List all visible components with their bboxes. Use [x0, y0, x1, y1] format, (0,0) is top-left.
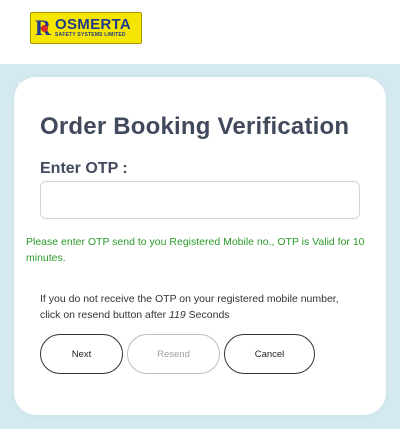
- otp-verification-card: Order Booking Verification Enter OTP : P…: [14, 77, 386, 415]
- otp-input[interactable]: [40, 181, 360, 219]
- logo-text: OSMERTA SAFETY SYSTEMS LIMITED: [55, 17, 131, 39]
- logo-dot-icon: [41, 25, 48, 32]
- logo-subtitle: SAFETY SYSTEMS LIMITED: [55, 32, 126, 38]
- resend-countdown: 119: [169, 309, 186, 321]
- next-button[interactable]: Next: [40, 334, 123, 374]
- company-logo[interactable]: R OSMERTA SAFETY SYSTEMS LIMITED: [30, 12, 142, 44]
- resend-info-text: If you do not receive the OTP on your re…: [40, 291, 360, 323]
- otp-label: Enter OTP :: [40, 160, 128, 177]
- otp-validity-message: Please enter OTP send to you Registered …: [26, 236, 365, 264]
- page-title: Order Booking Verification: [40, 113, 350, 140]
- logo-name: OSMERTA: [55, 16, 131, 33]
- logo-mark: R: [35, 17, 53, 39]
- resend-info-suffix: Seconds: [185, 309, 230, 321]
- cancel-button[interactable]: Cancel: [224, 334, 315, 374]
- resend-button[interactable]: Resend: [127, 334, 220, 374]
